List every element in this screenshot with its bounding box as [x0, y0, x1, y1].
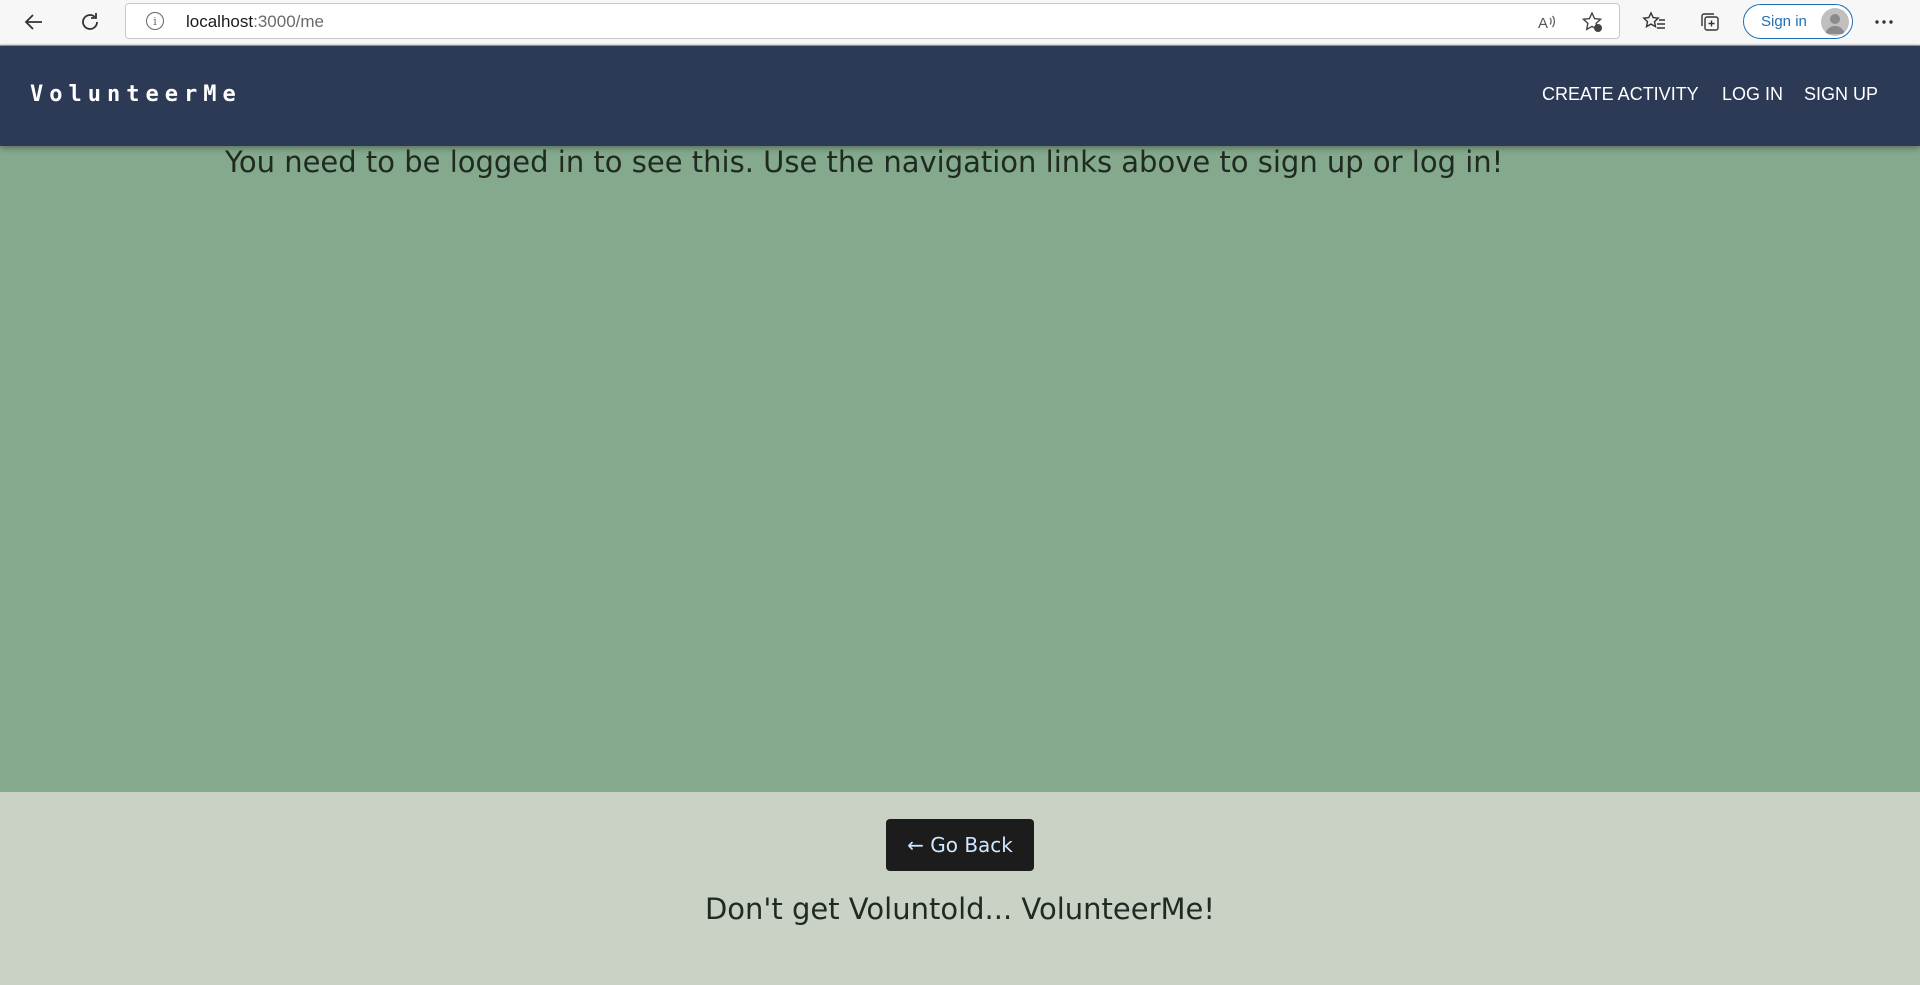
url-text[interactable]: localhost:3000/me: [186, 12, 324, 32]
svg-text:A: A: [1538, 15, 1548, 32]
info-icon[interactable]: i: [146, 12, 164, 30]
login-required-message: You need to be logged in to see this. Us…: [225, 145, 1504, 179]
read-aloud-icon[interactable]: A: [1536, 11, 1558, 33]
browser-toolbar: i localhost:3000/me A Sign in: [0, 0, 1920, 45]
reload-icon[interactable]: [74, 6, 106, 38]
go-back-button[interactable]: ← Go Back: [886, 819, 1034, 871]
footer: ← Go Back Don't get Voluntold... Volunte…: [0, 792, 1920, 985]
nav-log-in[interactable]: LOG IN: [1722, 84, 1783, 105]
add-favorite-icon[interactable]: [1581, 11, 1603, 33]
profile-avatar-icon: [1821, 8, 1849, 36]
address-bar[interactable]: i localhost:3000/me A: [125, 3, 1620, 39]
app-header: VolunteerMe CREATE ACTIVITY LOG IN SIGN …: [0, 46, 1920, 146]
nav-sign-up[interactable]: SIGN UP: [1804, 84, 1878, 105]
collections-icon[interactable]: [1694, 6, 1726, 38]
brand-logo[interactable]: VolunteerMe: [30, 82, 242, 107]
sign-in-label: Sign in: [1761, 13, 1807, 30]
url-host: localhost: [186, 12, 254, 31]
back-arrow-icon[interactable]: [18, 6, 50, 38]
sign-in-button[interactable]: Sign in: [1743, 4, 1853, 39]
footer-tagline: Don't get Voluntold... VolunteerMe!: [704, 892, 1216, 926]
favorites-icon[interactable]: [1638, 6, 1670, 38]
more-options-icon[interactable]: [1868, 6, 1900, 38]
nav-create-activity[interactable]: CREATE ACTIVITY: [1542, 84, 1699, 105]
url-path: :3000/me: [253, 12, 324, 31]
